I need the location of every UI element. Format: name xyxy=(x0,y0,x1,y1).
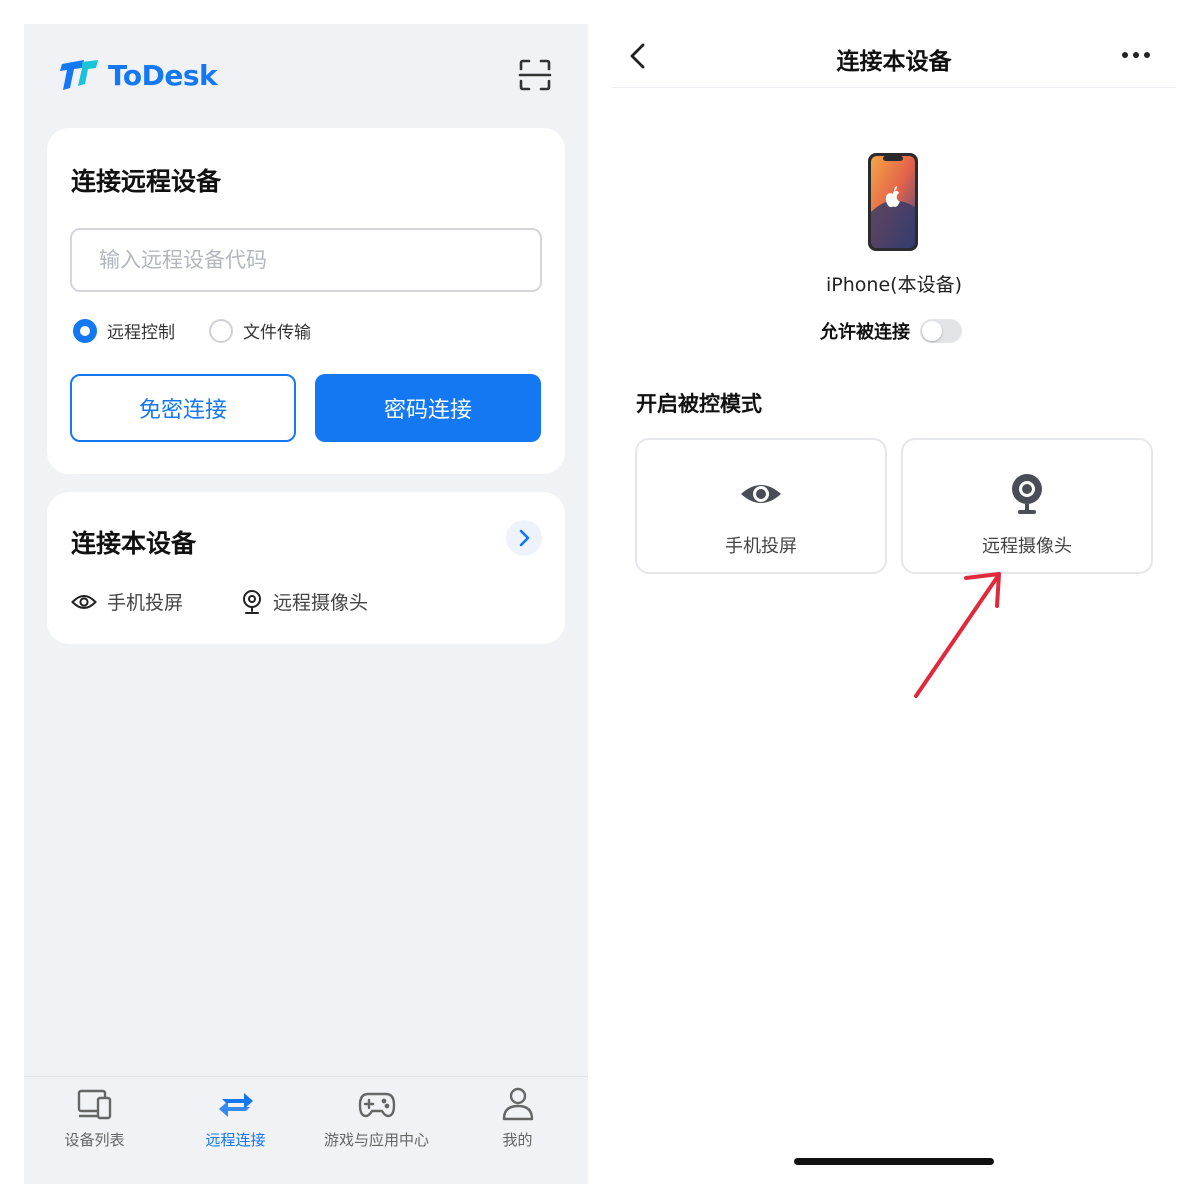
gamepad-icon xyxy=(358,1092,395,1118)
annotation-arrow xyxy=(914,572,1001,698)
eye-icon xyxy=(71,594,97,609)
mode-remote-camera-card[interactable]: 远程摄像头 xyxy=(901,438,1153,574)
swap-icon xyxy=(218,1093,253,1117)
chevron-right-icon[interactable] xyxy=(506,520,542,556)
connect-local-card[interactable]: 连接本设备 手机投屏 远程摄像头 xyxy=(47,492,565,644)
page-title: 连接本设备 xyxy=(836,49,952,75)
mode-screen-mirror-card[interactable]: 手机投屏 xyxy=(635,438,887,574)
tab-label: 远程连接 xyxy=(205,1131,266,1149)
mode-label: 手机投屏 xyxy=(725,536,797,557)
bottom-tab-bar: 设备列表 远程连接 游戏与应用中心 我的 xyxy=(24,1076,588,1184)
home-indicator xyxy=(794,1158,994,1165)
tab-label: 我的 xyxy=(502,1131,533,1149)
option-label: 文件传输 xyxy=(243,323,311,343)
option-remote-control[interactable]: 远程控制 xyxy=(73,318,175,343)
connect-this-device-screen: 连接本设备 iPhone(本设备) 允许被连接 开启被控模式 手机投屏 远程摄像… xyxy=(612,24,1176,1184)
devices-icon xyxy=(77,1089,111,1120)
brand: ToDesk xyxy=(58,58,218,92)
local-item-remote-camera[interactable]: 远程摄像头 xyxy=(241,588,368,615)
tab-remote-connect[interactable]: 远程连接 xyxy=(165,1085,306,1150)
scan-icon[interactable] xyxy=(518,58,552,92)
option-label: 远程控制 xyxy=(107,323,175,343)
todesk-home-screen: ToDesk 连接远程设备 远程控制 文件传输 免密连接 密码连接 连接本设备 xyxy=(24,24,588,1184)
tab-device-list[interactable]: 设备列表 xyxy=(24,1085,165,1150)
allow-connection-row: 允许被连接 xyxy=(820,318,962,344)
radio-unselected-icon xyxy=(209,318,233,343)
local-item-screen-mirror[interactable]: 手机投屏 xyxy=(71,588,183,615)
todesk-logo xyxy=(60,60,98,90)
webcam-icon xyxy=(1012,474,1042,514)
iphone-icon xyxy=(868,153,918,251)
user-icon xyxy=(502,1087,533,1121)
tab-game-app-center[interactable]: 游戏与应用中心 xyxy=(306,1085,447,1150)
local-item-label: 远程摄像头 xyxy=(273,592,369,614)
connect-remote-card: 连接远程设备 远程控制 文件传输 免密连接 密码连接 xyxy=(47,128,565,474)
tab-mine[interactable]: 我的 xyxy=(447,1085,588,1150)
tab-label: 游戏与应用中心 xyxy=(323,1131,429,1149)
connect-local-title: 连接本设备 xyxy=(71,529,197,558)
local-item-label: 手机投屏 xyxy=(107,592,184,614)
eye-icon xyxy=(741,485,781,503)
remote-code-input[interactable] xyxy=(70,228,542,292)
allow-connection-toggle[interactable] xyxy=(920,319,962,343)
tab-label: 设备列表 xyxy=(64,1131,125,1149)
allow-connection-label: 允许被连接 xyxy=(820,322,910,343)
connect-remote-title: 连接远程设备 xyxy=(71,167,222,196)
more-icon[interactable] xyxy=(1120,50,1152,60)
password-connect-button[interactable]: 密码连接 xyxy=(315,374,541,442)
brand-name: ToDesk xyxy=(108,58,218,92)
device-name: iPhone(本设备) xyxy=(826,274,962,296)
option-file-transfer[interactable]: 文件传输 xyxy=(209,318,311,343)
webcam-icon xyxy=(243,589,261,614)
toggle-knob xyxy=(922,321,942,341)
radio-selected-icon xyxy=(73,318,97,343)
mode-label: 远程摄像头 xyxy=(982,536,1072,557)
nav-bar: 连接本设备 xyxy=(612,24,1176,88)
controlled-mode-title: 开启被控模式 xyxy=(636,392,762,416)
no-password-connect-button[interactable]: 免密连接 xyxy=(70,374,296,442)
